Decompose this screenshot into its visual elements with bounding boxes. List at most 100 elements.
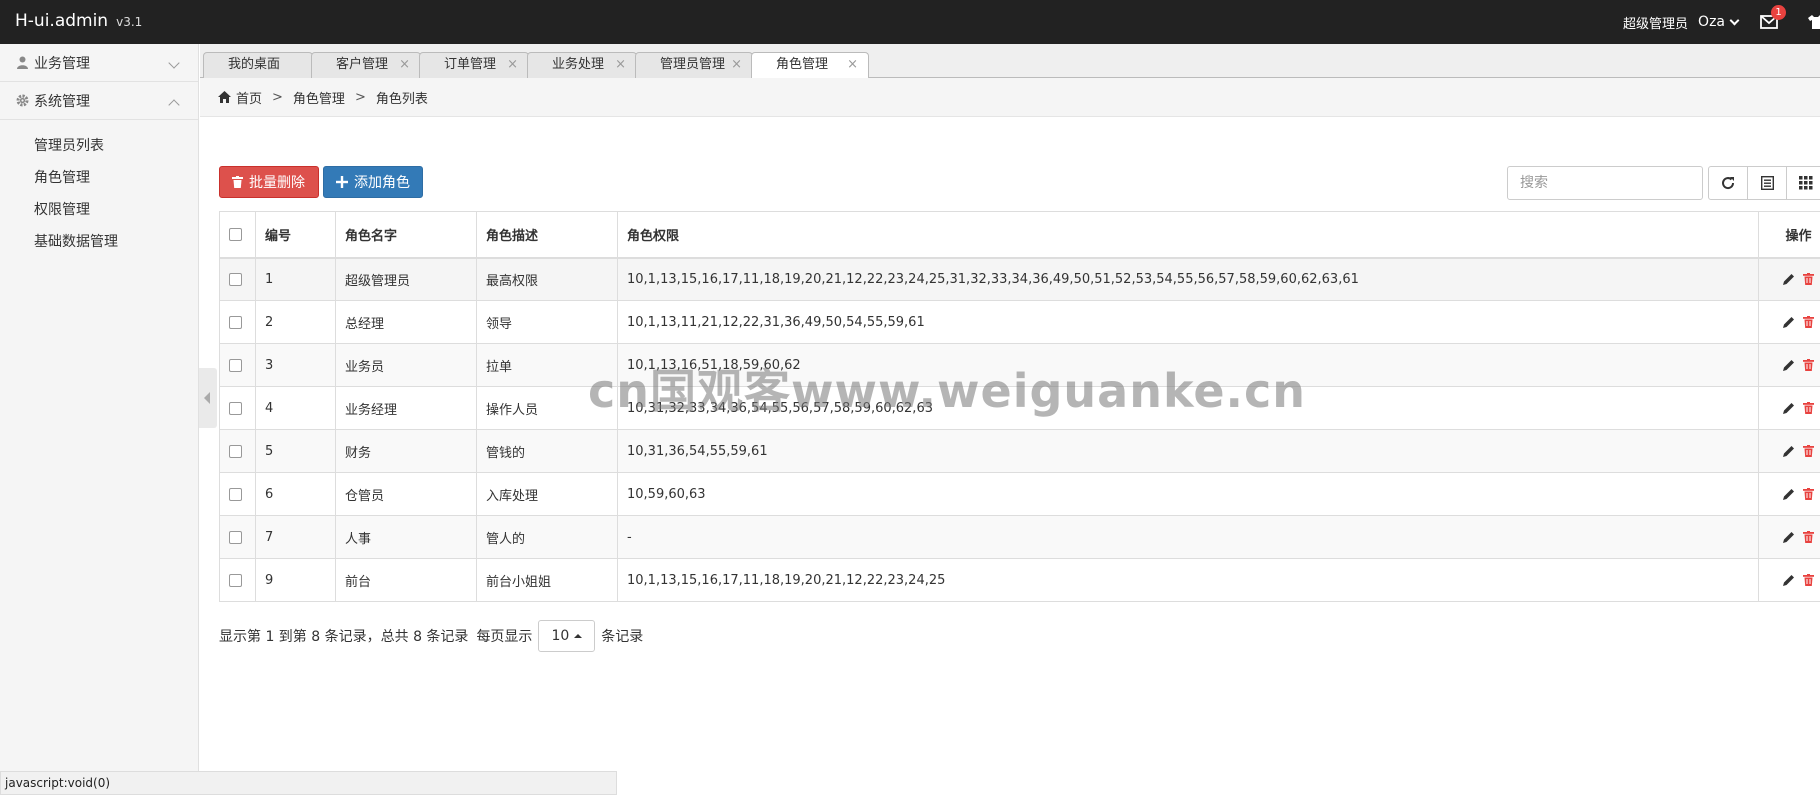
edit-icon[interactable] bbox=[1783, 316, 1795, 328]
col-header-perms[interactable]: 角色权限 bbox=[617, 211, 1759, 259]
top-navbar: H-ui.admin v3.1 超级管理员 Oza 1 bbox=[0, 0, 1820, 44]
cell-id: 4 bbox=[255, 386, 336, 430]
user-menu[interactable]: Oza bbox=[1698, 14, 1740, 30]
edit-icon[interactable] bbox=[1783, 531, 1795, 543]
table-body: 1 超级管理员 最高权限 10,1,13,15,16,17,11,18,19,2… bbox=[219, 257, 1820, 602]
sidebar-item-admin-list[interactable]: 管理员列表 bbox=[0, 130, 198, 162]
sidebar-item-role-management[interactable]: 角色管理 bbox=[0, 162, 198, 194]
tab-my-desktop[interactable]: 我的桌面 bbox=[203, 52, 313, 78]
tab-business-processing[interactable]: 业务处理 × bbox=[527, 52, 637, 78]
list-icon bbox=[1760, 176, 1774, 190]
tab-close-icon[interactable]: × bbox=[507, 53, 518, 77]
col-header-name[interactable]: 角色名字 bbox=[335, 211, 477, 259]
row-checkbox[interactable] bbox=[229, 444, 242, 458]
table-row: 7 人事 管人的 - bbox=[219, 515, 1820, 559]
col-header-actions: 操作 bbox=[1758, 211, 1820, 259]
user-role: 超级管理员 bbox=[1623, 16, 1689, 32]
sidebar-item-permission-management[interactable]: 权限管理 bbox=[0, 194, 198, 226]
row-checkbox[interactable] bbox=[229, 272, 242, 286]
edit-icon[interactable] bbox=[1783, 445, 1795, 457]
chevron-down-icon bbox=[1729, 15, 1740, 25]
tab-label: 角色管理 bbox=[776, 57, 829, 72]
app-version: v3.1 bbox=[116, 15, 143, 29]
refresh-button[interactable] bbox=[1708, 166, 1748, 200]
sidebar-group-system[interactable]: 系统管理 bbox=[0, 82, 198, 120]
home-icon bbox=[218, 91, 231, 103]
row-checkbox[interactable] bbox=[229, 315, 242, 329]
sidebar-collapse-handle[interactable] bbox=[199, 368, 217, 428]
pagination-info: 显示第 1 到第 8 条记录，总共 8 条记录 每页显示 10 条记录 bbox=[219, 620, 643, 652]
cell-id: 9 bbox=[255, 558, 336, 602]
tab-role-management[interactable]: 角色管理 × bbox=[751, 52, 869, 79]
edit-icon[interactable] bbox=[1783, 273, 1795, 286]
tab-order-management[interactable]: 订单管理 × bbox=[419, 52, 529, 78]
edit-icon[interactable] bbox=[1783, 574, 1795, 586]
tab-label: 管理员管理 bbox=[660, 57, 726, 72]
tab-customer-management[interactable]: 客户管理 × bbox=[311, 52, 421, 78]
tab-label: 我的桌面 bbox=[228, 57, 281, 72]
user-name: Oza bbox=[1698, 14, 1725, 30]
breadcrumb-separator: > bbox=[354, 89, 366, 105]
col-header-id[interactable]: 编号 bbox=[255, 211, 336, 259]
cell-desc: 最高权限 bbox=[476, 257, 618, 301]
cell-perms: 10,59,60,63 bbox=[617, 472, 1759, 516]
breadcrumb-separator: > bbox=[272, 89, 283, 105]
tab-label: 订单管理 bbox=[444, 57, 497, 72]
edit-icon[interactable] bbox=[1783, 488, 1795, 500]
cell-desc: 入库处理 bbox=[476, 472, 618, 516]
delete-icon[interactable] bbox=[1803, 445, 1814, 457]
columns-button[interactable] bbox=[1786, 166, 1820, 200]
select-all-checkbox[interactable] bbox=[229, 227, 242, 241]
add-role-button[interactable]: 添加角色 bbox=[323, 166, 423, 198]
chevron-up-icon bbox=[168, 99, 180, 111]
browser-status-bar: javascript:void(0) bbox=[0, 771, 617, 795]
row-checkbox[interactable] bbox=[229, 573, 242, 587]
delete-icon[interactable] bbox=[1803, 488, 1814, 500]
tab-close-icon[interactable]: × bbox=[847, 53, 858, 77]
search-input[interactable] bbox=[1507, 166, 1703, 200]
refresh-icon bbox=[1722, 177, 1735, 190]
tab-admin-management[interactable]: 管理员管理 × bbox=[635, 52, 753, 78]
delete-icon[interactable] bbox=[1803, 359, 1814, 371]
breadcrumb-home[interactable]: 首页 bbox=[236, 88, 262, 107]
delete-icon[interactable] bbox=[1803, 574, 1814, 586]
toggle-view-button[interactable] bbox=[1747, 166, 1787, 200]
cell-id: 1 bbox=[255, 257, 336, 301]
edit-icon[interactable] bbox=[1783, 359, 1795, 371]
row-checkbox[interactable] bbox=[229, 530, 242, 544]
row-checkbox[interactable] bbox=[229, 358, 242, 372]
page-size-value: 10 bbox=[551, 628, 570, 644]
tab-bar: 我的桌面 客户管理 × 订单管理 × 业务处理 × 管理员管理 × 角色管理 × bbox=[200, 44, 1820, 79]
table-row: 1 超级管理员 最高权限 10,1,13,15,16,17,11,18,19,2… bbox=[219, 257, 1820, 301]
row-checkbox[interactable] bbox=[229, 401, 242, 415]
add-role-label: 添加角色 bbox=[354, 175, 410, 191]
delete-icon[interactable] bbox=[1803, 402, 1814, 414]
tab-close-icon[interactable]: × bbox=[731, 53, 742, 77]
row-checkbox[interactable] bbox=[229, 487, 242, 501]
tab-close-icon[interactable]: × bbox=[399, 53, 410, 77]
breadcrumb-level1: 角色管理 bbox=[292, 91, 345, 107]
cell-name: 业务经理 bbox=[335, 386, 477, 430]
per-page-prefix: 每页显示 bbox=[476, 629, 533, 645]
page-size-select[interactable]: 10 bbox=[538, 620, 596, 652]
mail-badge: 1 bbox=[1771, 5, 1786, 20]
cell-name: 前台 bbox=[335, 558, 477, 602]
delete-icon[interactable] bbox=[1803, 273, 1814, 286]
sidebar-item-base-data[interactable]: 基础数据管理 bbox=[0, 226, 198, 258]
theme-shirt-icon[interactable] bbox=[1808, 15, 1820, 29]
chevron-down-icon bbox=[168, 57, 180, 69]
select-all-cell bbox=[219, 211, 256, 259]
sidebar-submenu: 管理员列表 角色管理 权限管理 基础数据管理 bbox=[0, 120, 198, 258]
delete-icon[interactable] bbox=[1803, 531, 1814, 543]
app-logo[interactable]: H-ui.admin v3.1 bbox=[15, 11, 142, 31]
edit-icon[interactable] bbox=[1783, 402, 1795, 414]
col-header-desc[interactable]: 角色描述 bbox=[476, 211, 618, 259]
cell-perms: 10,1,13,15,16,17,11,18,19,20,21,12,22,23… bbox=[617, 257, 1759, 301]
batch-delete-button[interactable]: 批量删除 bbox=[219, 166, 319, 198]
mail-button[interactable]: 1 bbox=[1760, 5, 1786, 29]
cell-perms: 10,31,36,54,55,59,61 bbox=[617, 429, 1759, 473]
tab-close-icon[interactable]: × bbox=[615, 53, 626, 77]
sidebar-group-business[interactable]: 业务管理 bbox=[0, 44, 198, 82]
delete-icon[interactable] bbox=[1803, 316, 1814, 328]
cell-name: 仓管员 bbox=[335, 472, 477, 516]
